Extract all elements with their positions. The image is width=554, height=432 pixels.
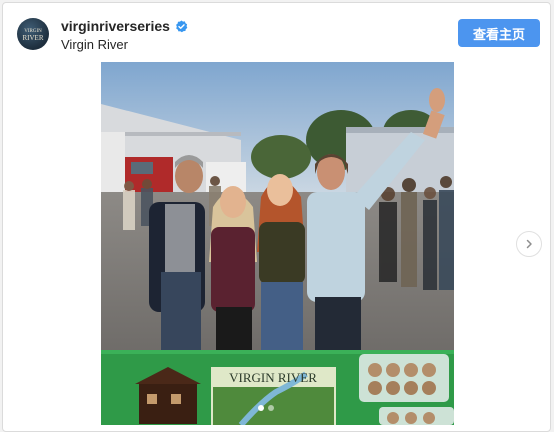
- account-subtitle: Virgin River: [61, 37, 128, 52]
- carousel-dot-active: [258, 405, 264, 411]
- account-name[interactable]: virginriverseries: [61, 18, 188, 34]
- person-3: [257, 174, 305, 352]
- cupcake-tray-2: [379, 407, 454, 425]
- view-profile-button[interactable]: 查看主页: [458, 19, 540, 47]
- instagram-embed-card: VIRGIN RIVER virginriverseries Virgin Ri…: [2, 2, 551, 432]
- post-header: VIRGIN RIVER virginriverseries Virgin Ri…: [3, 3, 550, 61]
- post-photo[interactable]: VIRGIN RIVER: [101, 62, 454, 425]
- cupcake-tray-1: [359, 354, 449, 402]
- carousel-dot: [268, 405, 274, 411]
- chevron-right-icon: [526, 239, 532, 249]
- avatar[interactable]: VIRGIN RIVER: [17, 18, 49, 50]
- carousel-indicator: [258, 405, 274, 411]
- book-cake-title: VIRGIN RIVER: [229, 370, 317, 385]
- truck: [101, 132, 125, 192]
- carousel-next-button[interactable]: [516, 231, 542, 257]
- verified-badge-icon: [175, 20, 188, 33]
- svg-text:RIVER: RIVER: [23, 34, 44, 42]
- person-2: [209, 186, 257, 352]
- book-cake: VIRGIN RIVER: [211, 367, 336, 425]
- group-photo-illustration: VIRGIN RIVER: [101, 62, 454, 425]
- avatar-logo: VIRGIN RIVER: [23, 29, 44, 42]
- username[interactable]: virginriverseries: [61, 18, 170, 34]
